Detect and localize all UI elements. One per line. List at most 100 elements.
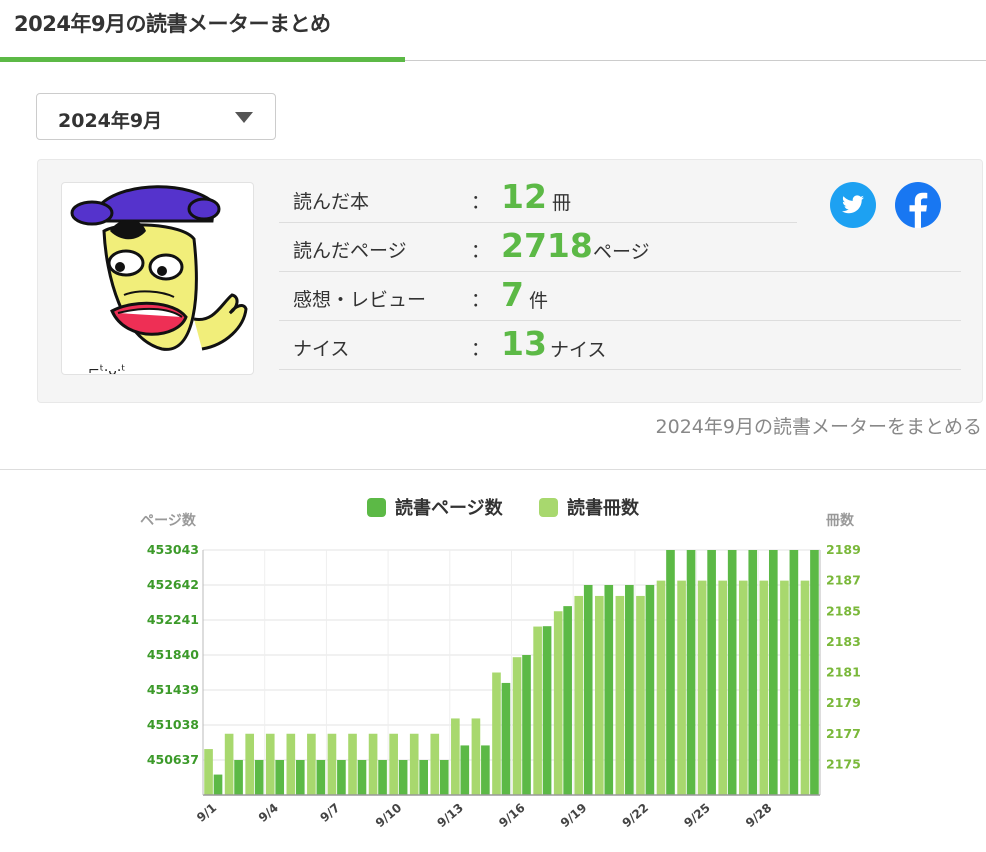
- bar-pages: [337, 760, 346, 795]
- x-tick-label: 9/13: [434, 801, 466, 831]
- x-tick-label: 9/28: [743, 801, 775, 831]
- month-select[interactable]: 2024年9月: [36, 93, 276, 140]
- bar-books: [224, 733, 234, 795]
- title-accent-bar: [0, 57, 405, 62]
- bar-pages: [768, 550, 778, 795]
- stat-value-reviews: 7: [501, 275, 524, 314]
- chart-legend: 読書ページ数 読書冊数: [367, 497, 640, 519]
- bar-pages: [398, 760, 408, 795]
- stat-label: 読んだ本: [293, 191, 370, 213]
- bar-books: [800, 580, 810, 795]
- page-title: 2024年9月の読書メーターまとめ: [14, 12, 331, 36]
- bar-pages: [254, 760, 264, 795]
- bar-pages: [748, 550, 758, 795]
- y-left-tick-label: 450637: [147, 752, 199, 767]
- bar-books: [492, 672, 501, 795]
- bar-books: [780, 580, 789, 795]
- bar-pages: [213, 774, 223, 795]
- x-tick-label: 9/22: [620, 801, 652, 831]
- bar-pages: [686, 550, 696, 795]
- bar-pages: [727, 550, 737, 795]
- bar-pages: [645, 585, 655, 795]
- stat-label: 読んだページ: [293, 240, 407, 262]
- stat-colon: ：: [471, 338, 491, 360]
- facebook-icon: [909, 192, 928, 228]
- bar-pages: [789, 550, 799, 795]
- avatar[interactable]: ⌐ᵗ·ᴗ·ᵗ: [61, 182, 254, 375]
- summarize-link[interactable]: 2024年9月の読書メーターをまとめる: [656, 412, 982, 439]
- twitter-share-button[interactable]: [830, 182, 876, 228]
- stat-row-reviews: 感想・レビュー ： 7 件: [279, 272, 961, 321]
- bar-books: [512, 657, 522, 795]
- x-tick-label: 9/19: [558, 801, 590, 831]
- bar-pages: [666, 550, 675, 795]
- bar-books: [265, 733, 275, 795]
- legend-swatch-books: [539, 498, 558, 517]
- stat-row-pages: 読んだページ ： 2718 ページ: [279, 223, 961, 272]
- bar-pages: [378, 760, 387, 795]
- stat-colon: ：: [471, 240, 491, 262]
- bar-pages: [419, 760, 428, 795]
- bar-pages: [501, 682, 511, 795]
- stat-value-pages: 2718: [501, 226, 593, 265]
- bar-pages: [357, 760, 367, 795]
- y-right-tick-label: 2175: [826, 756, 861, 771]
- twitter-icon: [842, 195, 864, 214]
- bar-books: [409, 733, 419, 795]
- bar-books: [368, 733, 378, 795]
- y-right-tick-label: 2189: [826, 542, 861, 557]
- bar-pages: [460, 745, 470, 795]
- y-left-tick-label: 451439: [147, 682, 199, 697]
- bar-books: [677, 580, 686, 795]
- avatar-illustration: ⌐ᵗ·ᴗ·ᵗ: [70, 185, 248, 374]
- bar-books: [348, 733, 357, 795]
- bar-pages: [625, 585, 634, 795]
- bar-pages: [604, 585, 614, 795]
- stat-unit: 冊: [552, 192, 572, 214]
- bar-pages: [234, 760, 243, 795]
- bar-pages: [563, 606, 572, 795]
- stat-colon: ：: [471, 191, 491, 213]
- bar-pages: [810, 550, 819, 795]
- stat-unit: ナイス: [550, 339, 607, 361]
- bar-books: [656, 580, 666, 795]
- bar-pages: [481, 745, 490, 795]
- bar-books: [430, 733, 440, 795]
- bar-pages: [295, 760, 305, 795]
- stat-row-nice: ナイス ： 13 ナイス: [279, 321, 961, 370]
- stat-unit: ページ: [593, 241, 650, 263]
- chevron-down-icon: [235, 112, 253, 123]
- bar-books: [615, 595, 625, 795]
- x-tick-label: 9/16: [496, 801, 528, 831]
- x-tick-label: 9/1: [194, 801, 219, 825]
- x-tick-label: 9/7: [317, 801, 342, 825]
- bar-books: [697, 580, 707, 795]
- y-left-axis-title: ページ数: [140, 512, 197, 529]
- y-left-tick-label: 453043: [147, 542, 199, 557]
- bar-books: [471, 718, 481, 795]
- y-right-tick-label: 2181: [826, 665, 861, 680]
- stat-value-books: 12: [501, 177, 547, 216]
- bar-books: [327, 733, 337, 795]
- bar-books: [307, 733, 316, 795]
- bar-pages: [439, 760, 449, 795]
- bar-books: [759, 580, 769, 795]
- x-tick-label: 9/25: [681, 801, 713, 831]
- facebook-share-button[interactable]: [895, 182, 941, 228]
- stat-colon: ：: [471, 289, 491, 311]
- y-right-tick-label: 2183: [826, 634, 861, 649]
- bar-pages: [583, 585, 593, 795]
- y-left-tick-label: 451038: [147, 717, 199, 732]
- bar-books: [451, 718, 460, 795]
- month-select-value: 2024年9月: [58, 110, 163, 132]
- chart-grid: [202, 549, 821, 795]
- x-tick-label: 9/10: [373, 801, 405, 831]
- bar-books: [553, 611, 563, 795]
- reading-chart: 450637 451038 451439 451840 452241 452642 4530…: [140, 497, 861, 831]
- bar-books: [286, 733, 296, 795]
- stat-unit: 件: [529, 290, 549, 312]
- y-left-tick-label: 452241: [147, 612, 199, 627]
- y-right-tick-label: 2179: [826, 695, 861, 710]
- bar-books: [718, 580, 728, 795]
- svg-text:⌐ᵗ·ᴗ·ᵗ: ⌐ᵗ·ᴗ·ᵗ: [88, 363, 125, 374]
